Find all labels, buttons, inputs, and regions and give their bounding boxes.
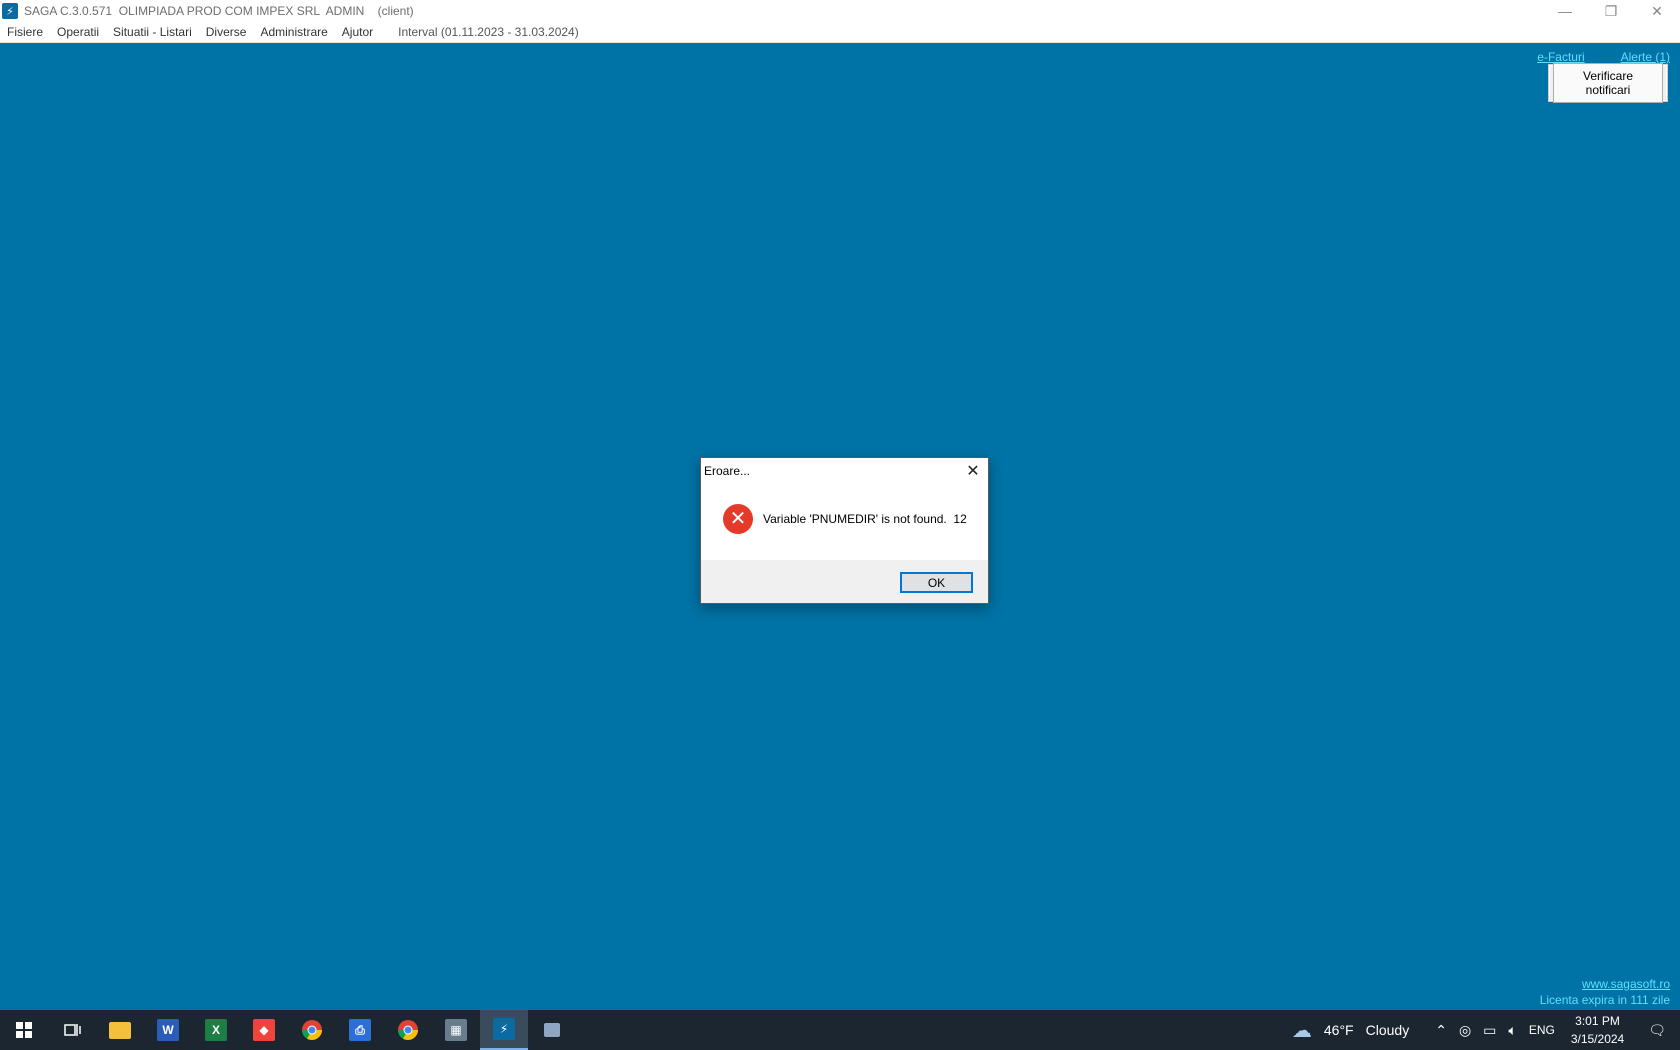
word-icon[interactable]: W: [144, 1010, 192, 1050]
weather-temp[interactable]: 46°F: [1318, 1022, 1360, 1038]
chrome-icon[interactable]: [288, 1010, 336, 1050]
window-title: SAGA C.3.0.571 OLIMPIADA PROD COM IMPEX …: [24, 4, 414, 18]
cloud-icon[interactable]: ☁: [1286, 1018, 1318, 1043]
interval-label: Interval (01.11.2023 - 31.03.2024): [398, 25, 579, 39]
dialog-title: Eroare...: [704, 464, 751, 478]
anydesk-icon[interactable]: ◆: [240, 1010, 288, 1050]
clock-date: 3/15/2024: [1570, 1032, 1625, 1046]
chevron-up-icon[interactable]: ⌃: [1429, 1022, 1453, 1039]
dialog-close-icon[interactable]: ✕: [964, 462, 982, 480]
alerte-link[interactable]: Alerte (1): [1621, 50, 1670, 64]
menu-ajutor[interactable]: Ajutor: [335, 25, 380, 39]
scanner-app-icon[interactable]: ⎙: [336, 1010, 384, 1050]
close-window-button[interactable]: ✕: [1634, 0, 1680, 22]
saga-taskbar-icon[interactable]: ⚡: [480, 1010, 528, 1050]
dialog-title-bar: Eroare... ✕: [701, 458, 988, 484]
file-explorer-icon[interactable]: [96, 1010, 144, 1050]
speaker-icon[interactable]: 🔈︎: [1502, 1022, 1522, 1039]
remote-window-icon[interactable]: [528, 1010, 576, 1050]
calculator-icon[interactable]: ▦: [432, 1010, 480, 1050]
verificare-notificari-button[interactable]: Verificare notificari: [1553, 63, 1663, 103]
notification-center-icon[interactable]: 🗨︎: [1634, 1022, 1680, 1039]
saga-app-icon: ⚡: [2, 3, 18, 19]
menu-bar: Fisiere Operatii Situatii - Listari Dive…: [0, 22, 1680, 43]
chrome-profile-icon[interactable]: [384, 1010, 432, 1050]
minimize-button[interactable]: —: [1542, 0, 1588, 22]
menu-operatii[interactable]: Operatii: [50, 25, 106, 39]
footer-links: www.sagasoft.ro Licenta expira in 111 zi…: [1540, 976, 1670, 1008]
verificare-notificari-panel: Verificare notificari: [1548, 63, 1668, 103]
error-dialog: Eroare... ✕ ✕ Variable 'PNUMEDIR' is not…: [700, 457, 989, 604]
menu-administrare[interactable]: Administrare: [253, 25, 334, 39]
menu-diverse[interactable]: Diverse: [199, 25, 254, 39]
efacturi-link[interactable]: e-Facturi: [1537, 50, 1584, 64]
start-windows-icon[interactable]: [0, 1010, 48, 1050]
title-bar: ⚡ SAGA C.3.0.571 OLIMPIADA PROD COM IMPE…: [0, 0, 1680, 22]
error-icon: ✕: [723, 503, 753, 534]
language-indicator[interactable]: ENG: [1523, 1023, 1561, 1037]
clock-time: 3:01 PM: [1575, 1014, 1620, 1028]
error-message: Variable 'PNUMEDIR' is not found. 12: [763, 511, 967, 526]
task-view-icon[interactable]: [48, 1010, 96, 1050]
weather-desc[interactable]: Cloudy: [1360, 1022, 1430, 1038]
restore-button[interactable]: ❐: [1588, 0, 1634, 22]
meet-now-icon[interactable]: ◎: [1453, 1022, 1477, 1039]
menu-fisiere[interactable]: Fisiere: [0, 25, 50, 39]
dialog-body: ✕ Variable 'PNUMEDIR' is not found. 12: [701, 484, 988, 553]
top-links: e-Facturi Alerte (1): [1537, 50, 1670, 64]
ok-button[interactable]: OK: [900, 572, 973, 593]
window-controls: — ❐ ✕: [1542, 0, 1680, 22]
network-icon[interactable]: ▭: [1477, 1022, 1502, 1039]
taskbar: W X ◆ ⎙ ▦ ⚡ ☁ 46°F Cloudy ⌃ ◎ ▭ 🔈︎ ENG 3…: [0, 1010, 1680, 1050]
dialog-footer: OK: [701, 560, 988, 603]
menu-situatii-listari[interactable]: Situatii - Listari: [106, 25, 199, 39]
license-text: Licenta expira in 111 zile: [1539, 993, 1670, 1007]
website-link[interactable]: www.sagasoft.ro: [1540, 976, 1670, 992]
clock[interactable]: 3:01 PM 3/15/2024: [1561, 1012, 1634, 1048]
system-tray: ☁ 46°F Cloudy ⌃ ◎ ▭ 🔈︎ ENG 3:01 PM 3/15/…: [1286, 1010, 1680, 1050]
excel-icon[interactable]: X: [192, 1010, 240, 1050]
